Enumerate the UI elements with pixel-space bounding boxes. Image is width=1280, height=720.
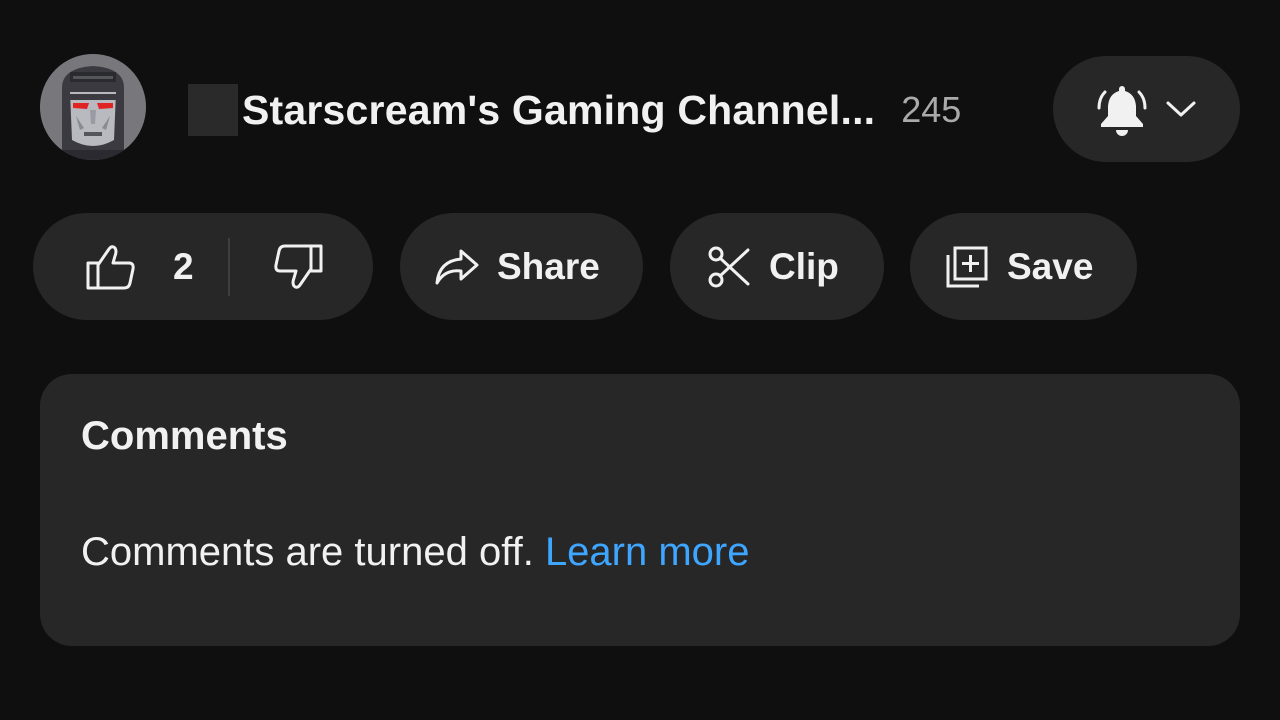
like-count: 2 [173, 245, 194, 287]
thumbs-up-icon [86, 244, 135, 289]
scissors-icon [708, 246, 750, 287]
save-button[interactable]: Save [910, 213, 1137, 320]
share-button[interactable]: Share [400, 213, 643, 320]
save-label: Save [1007, 245, 1094, 287]
channel-row: Starscream's Gaming Channel... 245 [40, 52, 1240, 162]
comments-heading: Comments [81, 414, 288, 458]
learn-more-link[interactable]: Learn more [545, 530, 750, 574]
channel-name[interactable]: Starscream's Gaming Channel... [242, 87, 875, 134]
thumbs-down-icon [273, 244, 323, 289]
like-dislike-group: 2 [33, 213, 373, 320]
share-label: Share [497, 245, 600, 287]
comments-status: Comments are turned off. Learn more [81, 530, 750, 575]
bell-icon [1097, 86, 1146, 136]
chevron-down-icon [1166, 101, 1195, 117]
channel-avatar[interactable] [40, 54, 146, 160]
subscriber-count: 245 [901, 89, 962, 130]
action-buttons-row: 2 Share Clip Save [33, 213, 1143, 320]
notification-subscribe-button[interactable] [1053, 56, 1240, 162]
starscream-robot-avatar-icon [40, 54, 146, 160]
clip-button[interactable]: Clip [670, 213, 884, 320]
like-button[interactable]: 2 [33, 243, 194, 291]
comments-section: Comments Comments are turned off. Learn … [40, 374, 1240, 646]
channel-name-wrap: Starscream's Gaming Channel... 245 [188, 82, 961, 138]
share-arrow-icon [435, 249, 479, 284]
like-divider [227, 237, 230, 296]
comments-status-text: Comments are turned off. [81, 530, 534, 574]
channel-name-emoji-placeholder [188, 84, 238, 136]
playlist-add-icon [946, 246, 988, 287]
clip-label: Clip [769, 245, 839, 287]
dislike-button[interactable] [272, 243, 324, 291]
video-details-panel: Starscream's Gaming Channel... 245 2 Sha… [0, 0, 1280, 720]
